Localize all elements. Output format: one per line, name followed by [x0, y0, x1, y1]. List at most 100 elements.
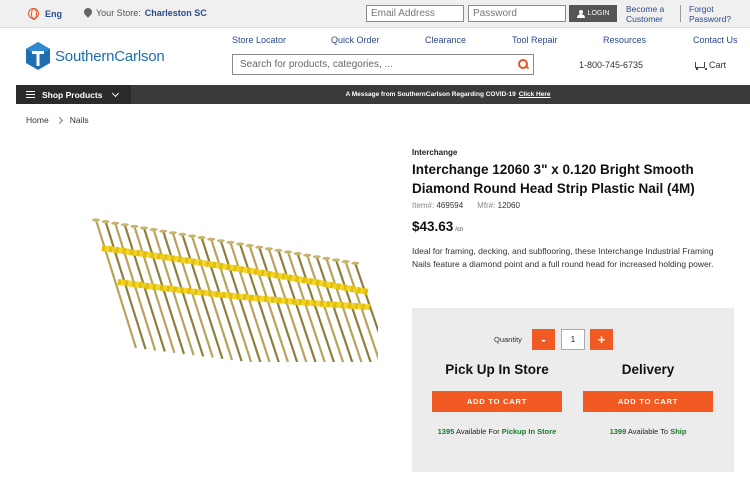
nail-head	[322, 256, 331, 260]
nail-shank	[286, 251, 326, 362]
pickup-title: Pick Up In Store	[445, 362, 549, 377]
nav-clearance[interactable]: Clearance	[425, 35, 466, 45]
covid-link[interactable]: Click Here	[519, 91, 551, 98]
forgot-line2: Password?	[689, 14, 732, 24]
covid-banner: A Message from SouthernCarlson Regarding…	[146, 85, 750, 104]
mfr-number-group: Mfr#: 12060	[477, 201, 520, 210]
nav-store-locator[interactable]: Store Locator	[232, 35, 286, 45]
nail-head	[255, 245, 264, 249]
nav-resources[interactable]: Resources	[603, 35, 646, 45]
shop-products-menu[interactable]: Shop Products	[16, 85, 131, 104]
delivery-add-to-cart-button[interactable]: ADD TO CART	[583, 391, 713, 412]
become-customer-line2: Customer	[626, 14, 663, 24]
delivery-title: Delivery	[621, 362, 675, 377]
nail-head	[207, 237, 216, 241]
password-field[interactable]: Password	[468, 5, 566, 22]
pickup-link[interactable]: Pickup In Store	[502, 427, 557, 436]
nail-head	[303, 253, 312, 257]
login-button[interactable]: LOGIN	[569, 5, 617, 22]
chevron-right-icon	[55, 116, 63, 124]
nail-head	[111, 221, 120, 225]
quantity-decrease-button[interactable]: -	[532, 329, 555, 350]
become-customer-link[interactable]: Become a Customer	[626, 4, 664, 24]
pickup-text: Available For	[456, 427, 500, 436]
nail-head	[284, 250, 292, 254]
product-meta: Item#: 469594 Mfr#: 12060	[412, 201, 520, 210]
forgot-password-link[interactable]: Forgot Password?	[689, 4, 731, 24]
nail-head	[216, 239, 225, 243]
nail-shank	[296, 253, 336, 362]
purchase-panel: Quantity - 1 + Pick Up In Store Delivery…	[412, 308, 734, 472]
email-field[interactable]: Email Address	[366, 5, 464, 22]
nail-head	[245, 244, 254, 248]
nail-head	[178, 232, 187, 236]
cart-label: Cart	[709, 60, 727, 70]
main-nav-bar: Shop Products A Message from SouthernCar…	[16, 85, 750, 104]
top-utility-bar: Eng Your Store: Charleston SC Email Addr…	[0, 0, 750, 28]
price-value: $43.63	[412, 219, 454, 234]
breadcrumb-home[interactable]: Home	[26, 115, 49, 125]
product-brand[interactable]: Interchange	[412, 148, 457, 157]
nail-head	[293, 252, 302, 256]
search-input[interactable]: Search for products, categories, ...	[232, 54, 534, 75]
language-label: Eng	[45, 8, 62, 19]
language-selector[interactable]: Eng	[28, 8, 62, 20]
nail-shank	[306, 254, 345, 362]
item-label: Item#:	[412, 201, 435, 210]
ship-availability: 1399 Available To Ship	[583, 426, 713, 438]
quantity-label: Quantity	[494, 335, 522, 344]
nail-head	[140, 226, 148, 230]
cart-icon	[693, 61, 707, 70]
breadcrumb-nails[interactable]: Nails	[70, 115, 89, 125]
hamburger-icon	[26, 91, 35, 98]
logo-text: SouthernCarlson	[55, 47, 165, 65]
globe-icon	[28, 8, 39, 20]
store-name[interactable]: Charleston SC	[145, 8, 207, 18]
logo-cube-icon	[26, 42, 50, 70]
ship-link[interactable]: Ship	[670, 427, 686, 436]
nail-head	[159, 229, 168, 233]
nail-head	[351, 261, 360, 265]
nail-head	[274, 248, 283, 252]
search-icon[interactable]	[518, 59, 528, 69]
login-label: LOGIN	[587, 10, 610, 17]
site-logo[interactable]: SouthernCarlson	[26, 42, 165, 70]
nail-head	[264, 247, 273, 251]
product-title: Interchange 12060 3" x 0.120 Bright Smoo…	[412, 162, 695, 196]
product-price: $43.63/cn	[412, 219, 463, 234]
become-customer-line1: Become a	[626, 4, 665, 14]
nail-shank	[277, 250, 317, 362]
mfr-label: Mfr#:	[477, 201, 496, 210]
forgot-line1: Forgot	[689, 4, 714, 14]
nail-head	[188, 234, 196, 238]
pickup-count: 1395	[437, 427, 455, 436]
product-image	[92, 218, 378, 362]
item-number-group: Item#: 469594	[412, 201, 463, 210]
quantity-input[interactable]: 1	[561, 329, 585, 350]
nail-head	[130, 224, 139, 228]
quantity-increase-button[interactable]: +	[590, 329, 613, 350]
nail-head	[332, 258, 340, 262]
cart-link[interactable]: Cart	[693, 60, 726, 70]
nail-head	[226, 240, 235, 244]
search-placeholder: Search for products, categories, ...	[240, 59, 393, 70]
product-description: Ideal for framing, decking, and subfloor…	[412, 246, 714, 269]
pickup-add-to-cart-button[interactable]: ADD TO CART	[432, 391, 562, 412]
mfr-number: 12060	[497, 201, 520, 210]
pickup-availability: 1395 Available For Pickup In Store	[432, 426, 562, 438]
nail-head	[168, 231, 177, 235]
covid-message: A Message from SouthernCarlson Regarding…	[345, 91, 516, 98]
user-icon	[576, 9, 585, 18]
nav-quick-order[interactable]: Quick Order	[331, 35, 380, 45]
ship-count: 1399	[609, 427, 627, 436]
store-selector[interactable]: Your Store: Charleston SC	[84, 8, 207, 18]
divider	[680, 5, 681, 22]
nail-head	[149, 228, 158, 232]
breadcrumb: Home Nails	[26, 115, 89, 125]
nav-tool-repair[interactable]: Tool Repair	[512, 35, 558, 45]
nail-head	[312, 255, 321, 259]
nail-shank	[344, 261, 378, 361]
chevron-down-icon	[112, 89, 120, 97]
nav-contact-us[interactable]: Contact Us	[693, 35, 738, 45]
nail-head	[92, 218, 100, 222]
